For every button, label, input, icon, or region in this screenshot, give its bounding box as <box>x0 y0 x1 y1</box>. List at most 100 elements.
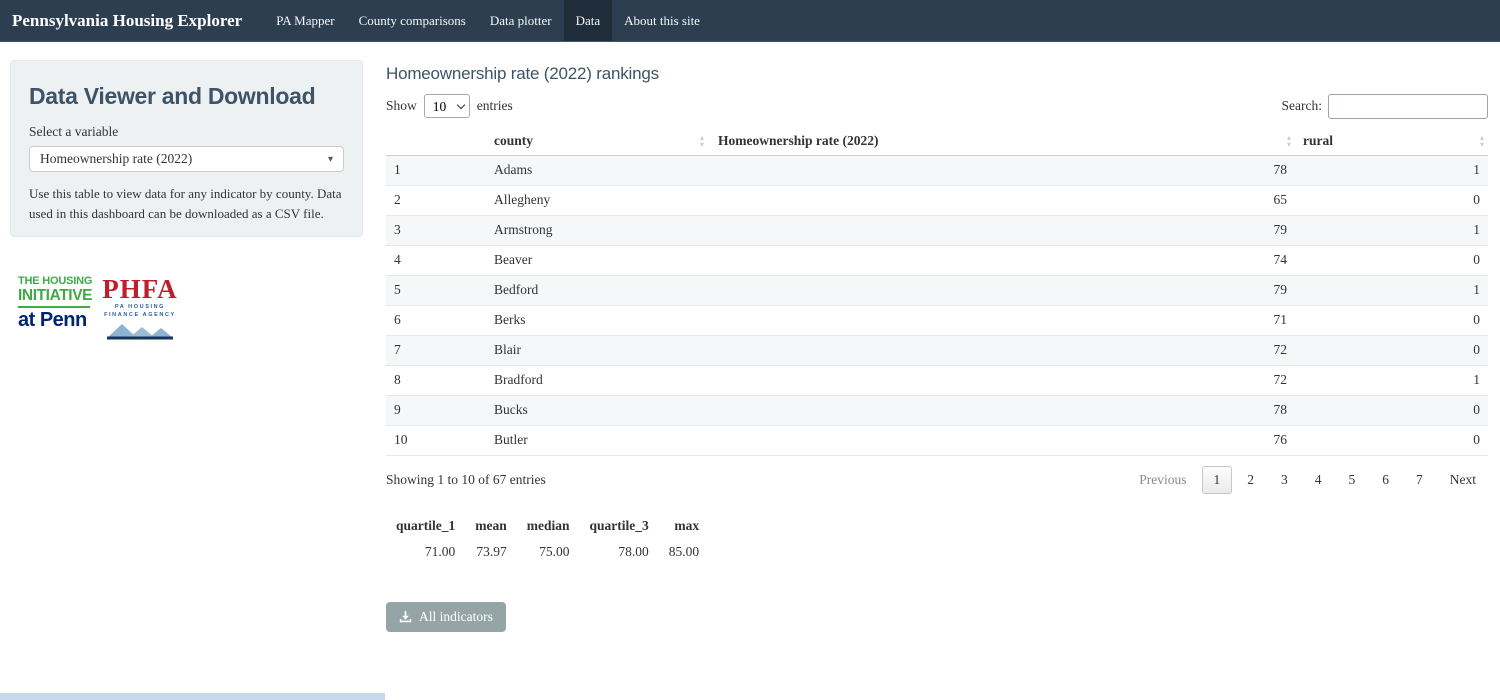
cell-rate: 78 <box>710 155 1295 185</box>
cell-rural: 1 <box>1295 365 1488 395</box>
table-row: 8Bradford721 <box>386 365 1488 395</box>
variable-select[interactable]: Homeownership rate (2022) ▾ <box>29 146 344 172</box>
nav-item-county-comparisons[interactable]: County comparisons <box>347 0 478 41</box>
rate-column-header[interactable]: Homeownership rate (2022) ▴▾ <box>710 127 1295 155</box>
cell-county: Bedford <box>486 275 710 305</box>
cell-rate: 78 <box>710 395 1295 425</box>
cell-rate: 72 <box>710 365 1295 395</box>
nav-item-pa-mapper[interactable]: PA Mapper <box>264 0 346 41</box>
page-button-3[interactable]: 3 <box>1269 466 1300 494</box>
summary-header: median <box>517 514 580 538</box>
summary-stats-table: quartile_1meanmedianquartile_3max 71.007… <box>386 514 709 566</box>
rank-column-header <box>386 127 486 155</box>
housing-initiative-logo: THE HOUSING INITIATIVE at Penn <box>18 276 92 330</box>
phfa-sub2: FINANCE AGENCY <box>102 313 177 319</box>
summary-value-row: 71.0073.9775.0078.0085.00 <box>386 538 709 566</box>
cell-rank: 1 <box>386 155 486 185</box>
phfa-roofs-icon <box>107 320 173 340</box>
rural-column-header[interactable]: rural ▴▾ <box>1295 127 1488 155</box>
cell-rural: 0 <box>1295 245 1488 275</box>
next-button[interactable]: Next <box>1438 466 1488 494</box>
rate-column-label: Homeownership rate (2022) <box>718 133 878 148</box>
cell-rank: 2 <box>386 185 486 215</box>
cell-rank: 4 <box>386 245 486 275</box>
cell-rural: 0 <box>1295 305 1488 335</box>
cell-rank: 7 <box>386 335 486 365</box>
cell-county: Adams <box>486 155 710 185</box>
sidebar-title: Data Viewer and Download <box>29 83 344 110</box>
thi-line2: INITIATIVE <box>18 288 92 304</box>
summary-header: quartile_3 <box>580 514 659 538</box>
cell-county: Beaver <box>486 245 710 275</box>
cell-rural: 1 <box>1295 275 1488 305</box>
nav-item-about-this-site[interactable]: About this site <box>612 0 712 41</box>
sort-icon: ▴▾ <box>700 134 704 148</box>
cell-rate: 79 <box>710 275 1295 305</box>
table-row: 6Berks710 <box>386 305 1488 335</box>
sidebar-panel: Data Viewer and Download Select a variab… <box>10 60 363 237</box>
entries-label: entries <box>477 98 513 114</box>
table-controls: Show 10 entries Search: <box>386 93 1488 119</box>
table-row: 5Bedford791 <box>386 275 1488 305</box>
search-input[interactable] <box>1328 94 1488 119</box>
table-row: 1Adams781 <box>386 155 1488 185</box>
page-button-4[interactable]: 4 <box>1303 466 1334 494</box>
cell-rank: 10 <box>386 425 486 455</box>
page-button-5[interactable]: 5 <box>1337 466 1368 494</box>
cell-rank: 9 <box>386 395 486 425</box>
phfa-sub1: PA HOUSING <box>102 305 177 311</box>
navbar: Pennsylvania Housing Explorer PA MapperC… <box>0 0 1500 42</box>
phfa-logo: PHFA PA HOUSING FINANCE AGENCY <box>102 276 177 344</box>
cell-rate: 74 <box>710 245 1295 275</box>
county-column-label: county <box>494 133 533 148</box>
horizontal-scrollbar-thumb[interactable] <box>0 693 385 700</box>
summary-header: max <box>659 514 709 538</box>
table-info: Showing 1 to 10 of 67 entries <box>386 472 546 488</box>
all-indicators-button[interactable]: All indicators <box>386 602 506 632</box>
cell-county: Bucks <box>486 395 710 425</box>
page-button-7[interactable]: 7 <box>1404 466 1435 494</box>
cell-county: Blair <box>486 335 710 365</box>
table-body: 1Adams7812Allegheny6503Armstrong7914Beav… <box>386 155 1488 455</box>
rural-column-label: rural <box>1303 133 1333 148</box>
cell-rural: 1 <box>1295 155 1488 185</box>
cell-rank: 6 <box>386 305 486 335</box>
cell-rate: 65 <box>710 185 1295 215</box>
previous-button[interactable]: Previous <box>1127 466 1198 494</box>
table-header-row: county ▴▾ Homeownership rate (2022) ▴▾ r… <box>386 127 1488 155</box>
download-icon <box>399 610 412 623</box>
cell-county: Armstrong <box>486 215 710 245</box>
summary-header: quartile_1 <box>386 514 465 538</box>
cell-rate: 71 <box>710 305 1295 335</box>
page-button-1[interactable]: 1 <box>1202 466 1233 494</box>
page-button-2[interactable]: 2 <box>1235 466 1266 494</box>
cell-rural: 0 <box>1295 425 1488 455</box>
pagination: Previous 1234567 Next <box>1124 466 1488 494</box>
cell-county: Butler <box>486 425 710 455</box>
cell-rate: 76 <box>710 425 1295 455</box>
search-control: Search: <box>1282 94 1488 119</box>
table-footer: Showing 1 to 10 of 67 entries Previous 1… <box>386 466 1488 494</box>
cell-rank: 3 <box>386 215 486 245</box>
nav-item-data-plotter[interactable]: Data plotter <box>478 0 564 41</box>
page-button-6[interactable]: 6 <box>1370 466 1401 494</box>
cell-rural: 0 <box>1295 335 1488 365</box>
cell-rank: 5 <box>386 275 486 305</box>
logo-block: THE HOUSING INITIATIVE at Penn PHFA PA H… <box>18 276 178 344</box>
summary-value: 85.00 <box>659 538 709 566</box>
variable-select-label: Select a variable <box>29 124 344 140</box>
table-row: 10Butler760 <box>386 425 1488 455</box>
county-column-header[interactable]: county ▴▾ <box>486 127 710 155</box>
cell-rural: 1 <box>1295 215 1488 245</box>
sort-icon: ▴▾ <box>1287 134 1291 148</box>
length-control: Show 10 entries <box>386 94 513 118</box>
cell-rural: 0 <box>1295 185 1488 215</box>
table-row: 7Blair720 <box>386 335 1488 365</box>
phfa-acronym: PHFA <box>102 276 177 303</box>
show-label: Show <box>386 98 417 114</box>
entries-select[interactable]: 10 <box>424 94 470 118</box>
summary-value: 71.00 <box>386 538 465 566</box>
nav-item-data[interactable]: Data <box>564 0 613 41</box>
chevron-down-icon: ▾ <box>328 154 333 165</box>
sidebar-description: Use this table to view data for any indi… <box>29 184 344 224</box>
